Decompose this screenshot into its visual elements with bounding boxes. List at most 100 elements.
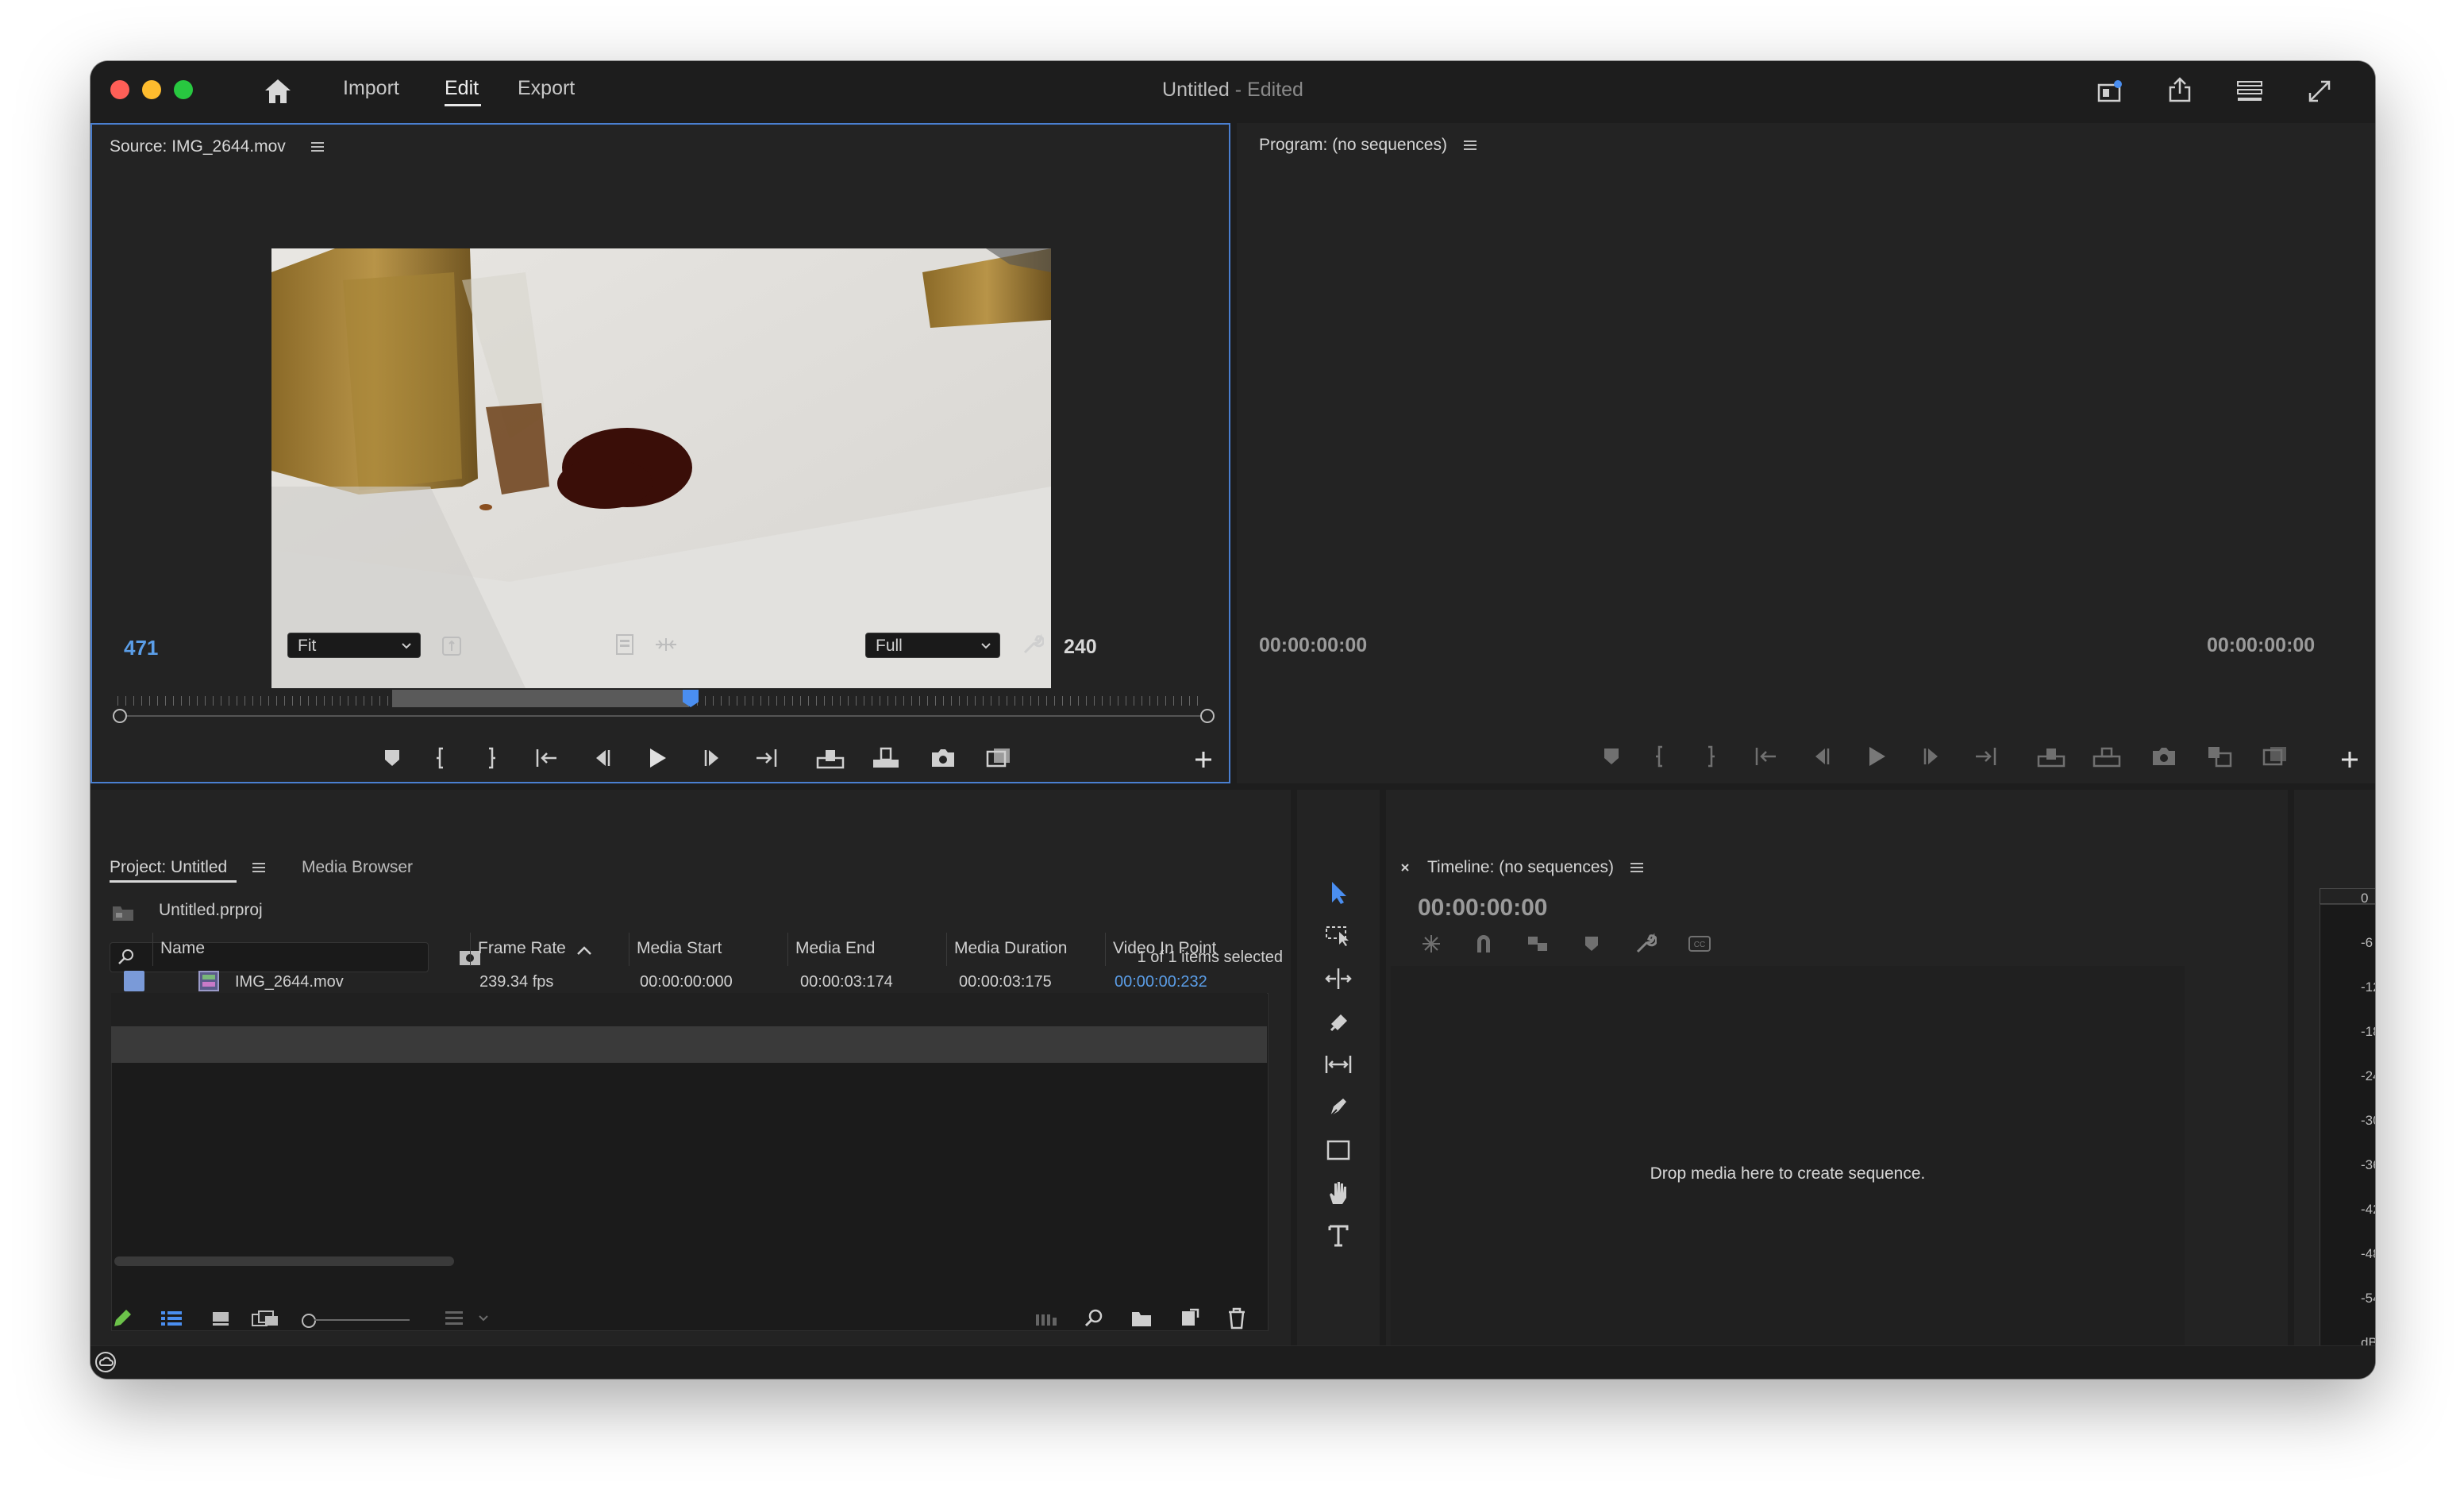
freeform-view-icon[interactable] [249, 1306, 281, 1331]
source-in-point[interactable]: 471 [124, 636, 158, 660]
razor-tool-icon[interactable] [1321, 1004, 1356, 1039]
step-back-icon[interactable] [1807, 744, 1835, 769]
quick-export-icon[interactable] [2094, 75, 2126, 107]
close-panel-icon[interactable] [1397, 860, 1413, 875]
timeline-panel-menu-icon[interactable] [1630, 863, 1643, 872]
automate-to-sequence-icon[interactable] [1032, 1306, 1061, 1331]
add-marker-icon[interactable] [1578, 931, 1605, 956]
col-name[interactable]: Name [160, 939, 205, 958]
zoom-level-dropdown[interactable]: Fit [287, 633, 421, 658]
zoom-slider-track[interactable] [314, 1319, 410, 1321]
captions-icon[interactable]: CC [1686, 931, 1713, 956]
db-tick: -54 [2361, 1291, 2375, 1306]
mark-out-icon[interactable] [476, 745, 505, 771]
new-item-icon[interactable] [1175, 1306, 1203, 1331]
hand-tool-icon[interactable] [1321, 1176, 1356, 1210]
share-icon[interactable] [2164, 74, 2196, 106]
zoom-scrollbar-track [117, 715, 1205, 717]
trash-icon[interactable] [1222, 1306, 1251, 1331]
tab-project[interactable]: Project: Untitled [110, 858, 227, 877]
db-tick: -12 [2361, 979, 2375, 995]
source-video-frame[interactable] [271, 248, 1051, 688]
button-editor-icon[interactable] [983, 745, 1014, 771]
track-select-tool-icon[interactable] [1321, 918, 1356, 953]
zoom-handle-left[interactable] [113, 709, 127, 723]
pen-tool-icon[interactable] [1321, 1090, 1356, 1125]
play-icon[interactable] [1862, 744, 1891, 769]
label-color-swatch[interactable] [124, 971, 144, 991]
overwrite-icon[interactable] [870, 745, 902, 771]
fullscreen-icon[interactable] [2304, 75, 2335, 107]
step-forward-icon[interactable] [699, 745, 727, 771]
sort-icons-icon[interactable] [440, 1306, 468, 1331]
timeline-title[interactable]: Timeline: (no sequences) [1427, 858, 1614, 877]
zoom-slider-handle[interactable] [302, 1314, 316, 1328]
rectangle-tool-icon[interactable] [1321, 1133, 1356, 1168]
col-frame-rate[interactable]: Frame Rate [478, 939, 566, 958]
export-frame-settings-icon[interactable] [613, 633, 637, 656]
program-monitor-title: Program: (no sequences) [1259, 136, 1447, 154]
selection-tool-icon[interactable] [1321, 875, 1356, 910]
playback-resolution-dropdown[interactable]: Full [865, 633, 1000, 658]
program-timecode-right: 00:00:00:00 [2207, 634, 2316, 656]
list-view-icon[interactable] [157, 1306, 186, 1331]
add-button-icon[interactable] [1188, 744, 1219, 775]
new-bin-icon[interactable] [1127, 1306, 1156, 1331]
chevron-down-icon[interactable] [475, 1306, 492, 1331]
icon-view-icon[interactable] [206, 1306, 235, 1331]
extract-icon[interactable] [2091, 744, 2123, 769]
go-to-in-icon[interactable] [532, 745, 560, 771]
button-editor-icon[interactable] [2259, 744, 2291, 769]
col-media-end[interactable]: Media End [795, 939, 875, 958]
project-search-input[interactable] [110, 942, 429, 972]
go-to-out-icon[interactable] [1972, 744, 2000, 769]
snap-icon[interactable] [1470, 931, 1497, 956]
nest-icon[interactable] [1418, 931, 1445, 956]
find-icon[interactable] [1080, 1306, 1108, 1331]
col-media-start[interactable]: Media Start [637, 939, 722, 958]
add-button-icon[interactable] [2334, 744, 2366, 775]
col-media-duration[interactable]: Media Duration [954, 939, 1067, 958]
step-forward-icon[interactable] [1918, 744, 1946, 769]
play-icon[interactable] [643, 745, 672, 771]
mark-in-icon[interactable] [1646, 744, 1675, 769]
db-scale: 0 -6 -12 -18 -24 -30 -36 -42 -48 -54 dB [2321, 891, 2375, 1351]
step-back-icon[interactable] [587, 745, 616, 771]
zoom-handle-right[interactable] [1200, 709, 1215, 723]
project-panel-menu-icon[interactable] [252, 863, 265, 872]
creative-cloud-icon[interactable] [92, 1349, 119, 1376]
drag-video-only-icon[interactable] [653, 633, 680, 656]
col-video-in-point[interactable]: Video In Point [1113, 939, 1216, 958]
add-marker-icon[interactable] [1597, 744, 1626, 769]
go-to-in-icon[interactable] [1751, 744, 1780, 769]
ripple-edit-tool-icon[interactable] [1321, 961, 1356, 996]
table-row[interactable] [111, 1026, 1267, 1063]
wrench-icon[interactable] [1632, 931, 1659, 956]
wrench-icon[interactable] [1019, 631, 1046, 658]
program-timecode-left[interactable]: 00:00:00:00 [1259, 634, 1367, 657]
camera-icon[interactable] [927, 745, 959, 771]
mark-in-icon[interactable] [427, 745, 456, 771]
in-out-range[interactable] [392, 690, 689, 707]
workspaces-icon[interactable] [2234, 75, 2266, 107]
insert-icon[interactable] [814, 745, 846, 771]
row-video-in-point[interactable]: 00:00:00:232 [1115, 973, 1207, 991]
lift-icon[interactable] [2035, 744, 2067, 769]
camera-icon[interactable] [2148, 744, 2180, 769]
linked-selection-icon[interactable] [1524, 931, 1551, 956]
timeline-timecode[interactable]: 00:00:00:00 [1418, 895, 1547, 922]
comparison-view-icon[interactable] [2204, 744, 2235, 769]
source-panel-menu-icon[interactable] [311, 142, 324, 152]
pencil-icon[interactable] [108, 1306, 137, 1331]
program-panel-menu-icon[interactable] [1464, 140, 1476, 150]
tab-media-browser[interactable]: Media Browser [302, 858, 413, 877]
add-marker-icon[interactable] [378, 745, 406, 771]
go-to-out-icon[interactable] [753, 745, 781, 771]
type-tool-icon[interactable] [1321, 1218, 1356, 1253]
sort-ascending-icon[interactable] [575, 941, 594, 960]
project-horizontal-scrollbar[interactable] [114, 1256, 454, 1266]
safe-margins-icon[interactable] [440, 634, 464, 658]
mark-out-icon[interactable] [1696, 744, 1724, 769]
source-time-ruler[interactable] [117, 683, 1205, 707]
slip-tool-icon[interactable] [1321, 1047, 1356, 1082]
